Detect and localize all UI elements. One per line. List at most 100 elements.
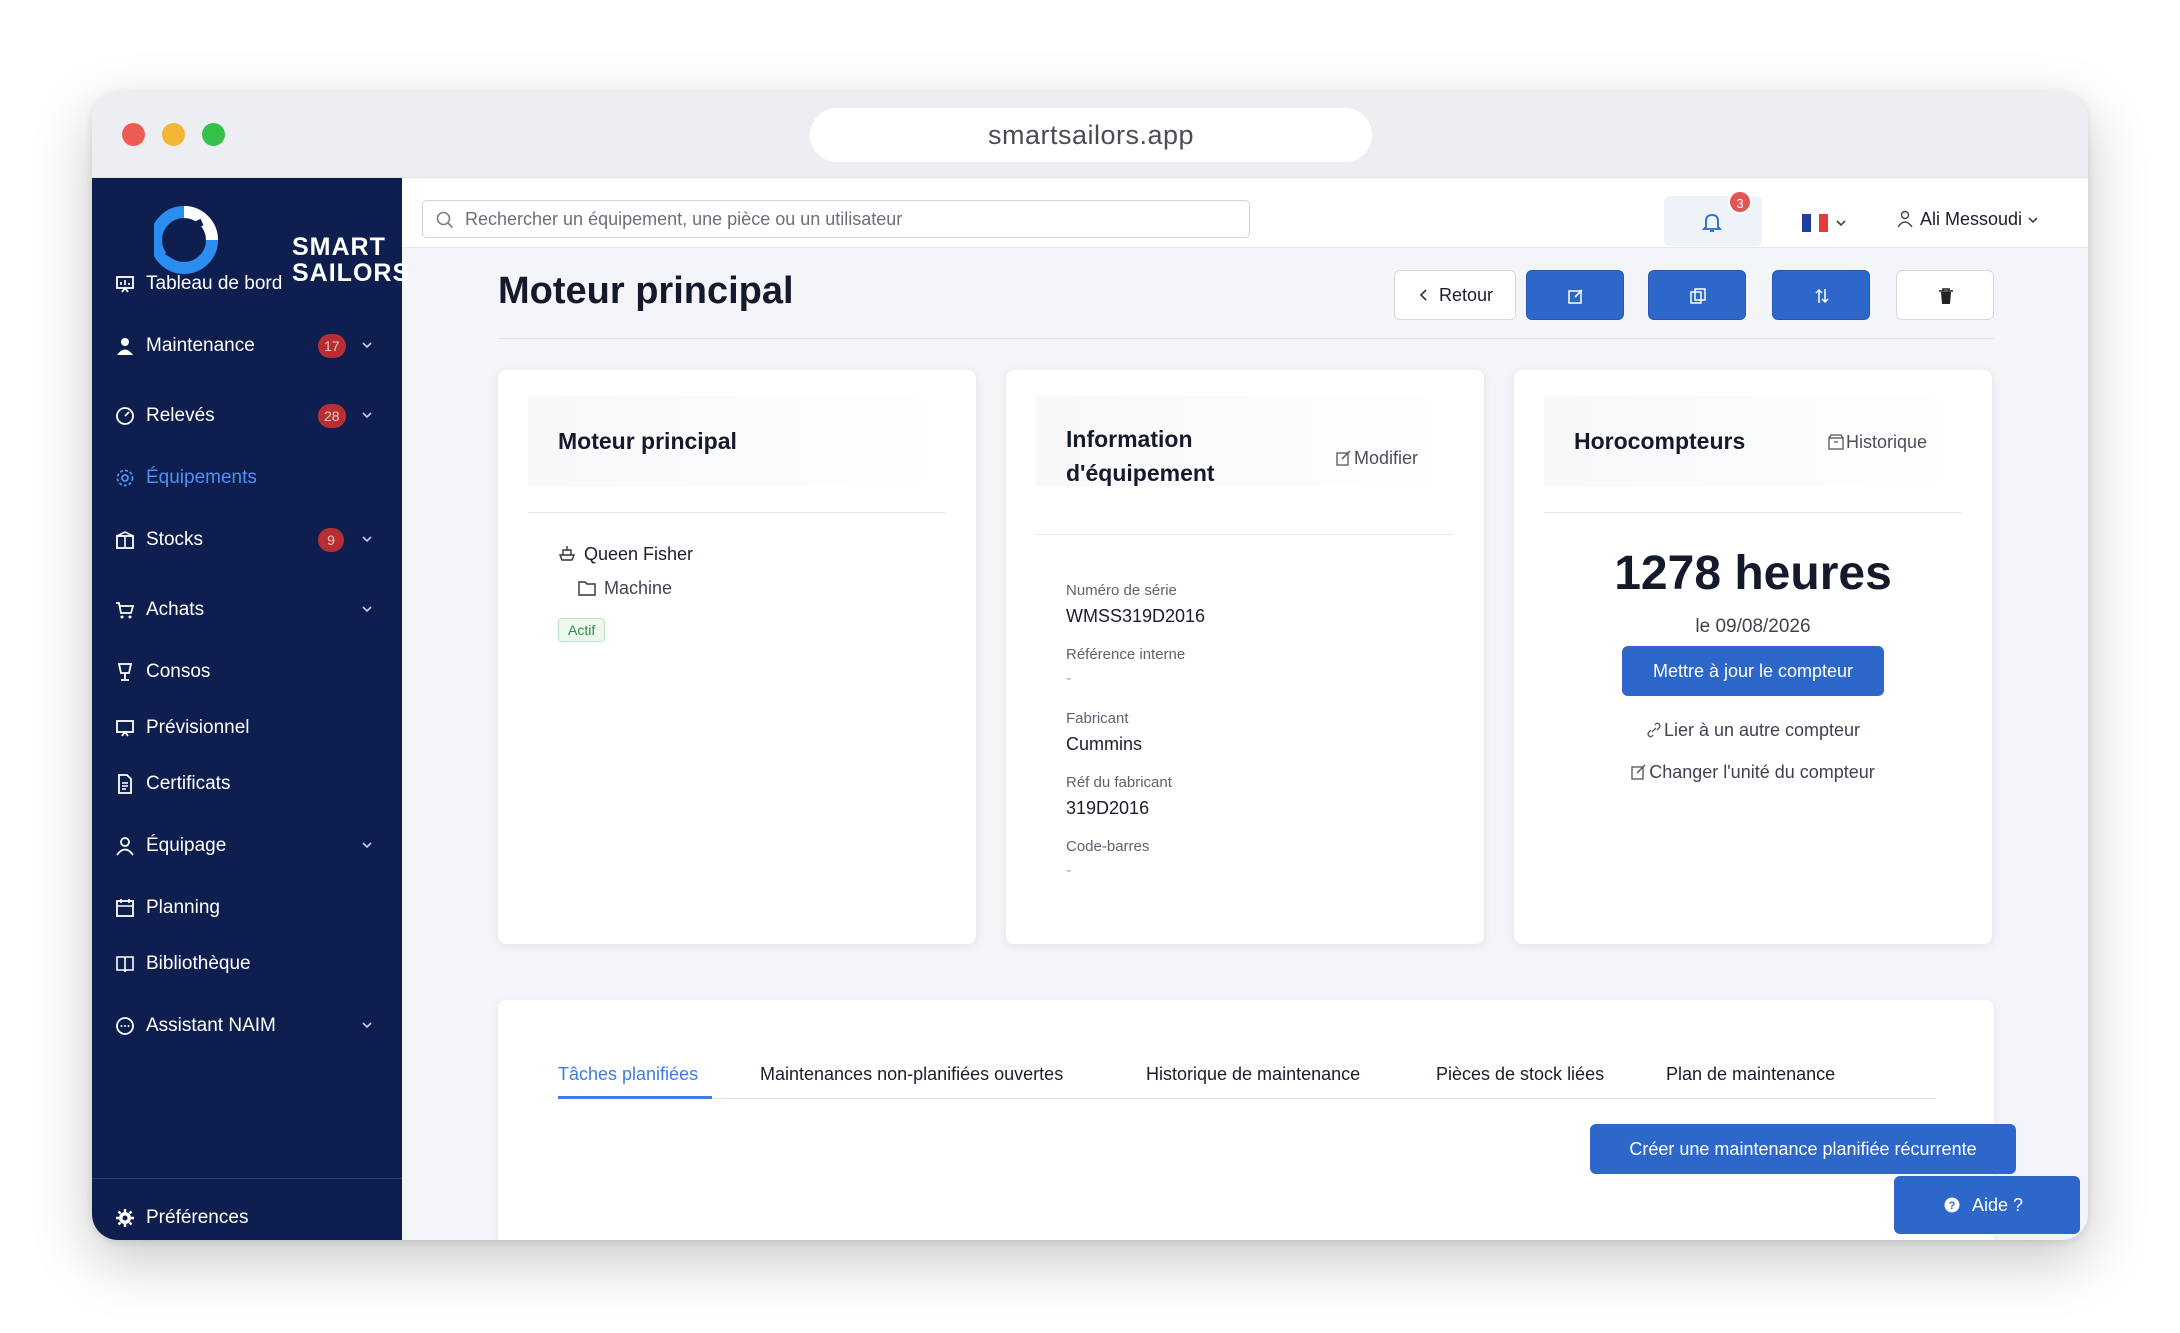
sidebar-item-maintenance[interactable]: Maintenance 17 — [92, 324, 402, 368]
create-recurring-maintenance-button[interactable]: Créer une maintenance planifiée récurren… — [1590, 1124, 2016, 1174]
transfer-button[interactable] — [1772, 270, 1870, 320]
sidebar-item-releves[interactable]: Relevés 28 — [92, 394, 402, 438]
language-flag-icon[interactable] — [1802, 214, 1829, 232]
document-icon — [114, 773, 136, 795]
sidebar-item-label: Assistant NAIM — [146, 1015, 276, 1036]
copy-icon — [1690, 288, 1706, 304]
notifications-badge: 3 — [1728, 190, 1752, 214]
close-window-button[interactable] — [122, 123, 145, 146]
minimize-window-button[interactable] — [162, 123, 185, 146]
change-unit-link[interactable]: Changer l'unité du compteur — [1514, 762, 1992, 783]
calendar-icon — [114, 897, 136, 919]
sidebar-item-equipage[interactable]: Équipage — [92, 824, 402, 868]
link-other-counter[interactable]: Lier à un autre compteur — [1514, 720, 1992, 741]
card-divider — [1544, 512, 1962, 513]
chevron-down-icon — [362, 412, 372, 419]
help-button[interactable]: ? Aide ? — [1894, 1176, 2080, 1234]
boat-icon — [558, 546, 576, 561]
sidebar-item-label: Stocks — [146, 529, 204, 550]
gauge-icon — [114, 405, 136, 427]
sidebar-item-label: Achats — [146, 599, 205, 620]
manufacturer-ref-value: 319D2016 — [1066, 798, 1150, 818]
sidebar-item-certificats[interactable]: Certificats — [92, 762, 402, 806]
serial-number-value: WMSS319D2016 — [1066, 606, 1206, 626]
box-icon — [114, 529, 136, 551]
browser-titlebar: smartsailors.app — [92, 92, 2088, 178]
sidebar-item-equipements[interactable]: Équipements — [92, 456, 402, 500]
sidebar-item-achats[interactable]: Achats — [92, 588, 402, 632]
tab-historique-maintenance[interactable]: Historique de maintenance — [1146, 1064, 1360, 1085]
edit-icon — [1336, 450, 1351, 466]
tab-plan-maintenance[interactable]: Plan de maintenance — [1666, 1064, 1835, 1085]
vessel-row[interactable]: Queen Fisher — [558, 544, 693, 565]
cup-icon — [114, 661, 136, 683]
search-input[interactable]: Rechercher un équipement, une pièce ou u… — [422, 200, 1250, 238]
delete-button[interactable] — [1896, 270, 1994, 320]
tab-pieces-stock-liees[interactable]: Pièces de stock liées — [1436, 1064, 1604, 1085]
gear-icon — [114, 467, 136, 489]
search-icon — [436, 211, 454, 229]
edit-button[interactable] — [1526, 270, 1624, 320]
address-bar[interactable]: smartsailors.app — [810, 108, 1372, 162]
maximize-window-button[interactable] — [202, 123, 225, 146]
sidebar-item-tableau-de-bord[interactable]: Tableau de bord — [92, 262, 402, 306]
chevron-left-icon — [1419, 289, 1427, 301]
sidebar-item-planning[interactable]: Planning — [92, 886, 402, 930]
equipment-summary-card: Moteur principal Queen Fisher Machine Ac… — [498, 370, 976, 944]
card-header: Information d'équipement — [1036, 396, 1454, 486]
internal-reference-label: Référence interne — [1066, 646, 1186, 663]
card-title: Information d'équipement — [1066, 422, 1215, 490]
modify-link[interactable]: Modifier — [1336, 448, 1418, 469]
back-button[interactable]: Retour — [1394, 270, 1516, 320]
link-icon — [1647, 722, 1661, 738]
chevron-down-icon[interactable] — [1834, 216, 1848, 230]
sidebar-item-previsionnel[interactable]: Prévisionnel — [92, 706, 402, 750]
sidebar-item-label: Tableau de bord — [146, 273, 283, 294]
manufacturer-ref-label: Réf du fabricant — [1066, 774, 1172, 791]
sidebar-item-preferences[interactable]: Préférences — [92, 1196, 402, 1240]
modify-link-label: Modifier — [1354, 448, 1419, 468]
tab-maintenances-non-planifiees[interactable]: Maintenances non-planifiées ouvertes — [760, 1064, 1063, 1085]
sidebar-item-assistant-naim[interactable]: Assistant NAIM — [92, 1004, 402, 1048]
chevron-down-icon — [362, 342, 372, 349]
hour-meter-date: le 09/08/2026 — [1695, 616, 1811, 637]
history-link[interactable]: Historique — [1828, 432, 1927, 453]
chevron-down-icon — [362, 606, 372, 613]
folder-icon — [578, 581, 596, 596]
bell-icon — [1701, 214, 1723, 232]
header-divider — [498, 338, 1994, 339]
tab-taches-planifiees[interactable]: Tâches planifiées — [558, 1064, 698, 1085]
sidebar-item-label: Équipements — [146, 467, 257, 488]
barcode-value: - — [1066, 862, 1072, 879]
dashboard-icon — [114, 273, 136, 295]
status-badge: Actif — [558, 618, 606, 642]
settings-icon — [114, 1207, 136, 1229]
sidebar-item-label: Équipage — [146, 835, 227, 856]
book-icon — [114, 953, 136, 975]
count-badge: 17 — [318, 334, 346, 358]
trash-icon — [1939, 288, 1953, 304]
card-header: Moteur principal — [528, 396, 946, 486]
brand-line-1: SMART — [292, 233, 386, 261]
count-badge: 9 — [318, 528, 344, 552]
card-divider — [1036, 534, 1454, 535]
internal-reference-value: - — [1066, 670, 1072, 687]
help-icon: ? — [1944, 1197, 1960, 1213]
edit-icon — [1568, 289, 1583, 304]
update-counter-button[interactable]: Mettre à jour le compteur — [1622, 646, 1884, 696]
serial-number-label: Numéro de série — [1066, 582, 1177, 599]
sidebar-item-label: Bibliothèque — [146, 953, 251, 974]
sidebar-item-consos[interactable]: Consos — [92, 650, 402, 694]
sidebar-item-label: Certificats — [146, 773, 231, 794]
sidebar: SMART SAILORS Tableau de bord Maintenanc… — [92, 178, 409, 1240]
sidebar-item-stocks[interactable]: Stocks 9 — [92, 518, 402, 562]
sidebar-item-label: Planning — [146, 897, 220, 918]
card-title-line-2: d'équipement — [1066, 460, 1215, 486]
category-row: Machine — [578, 578, 672, 599]
search-placeholder: Rechercher un équipement, une pièce ou u… — [465, 209, 903, 229]
category-name: Machine — [604, 578, 673, 598]
sidebar-item-bibliotheque[interactable]: Bibliothèque — [92, 942, 402, 986]
chevron-down-icon — [2028, 217, 2038, 224]
duplicate-button[interactable] — [1648, 270, 1746, 320]
chevron-down-icon — [362, 536, 372, 543]
